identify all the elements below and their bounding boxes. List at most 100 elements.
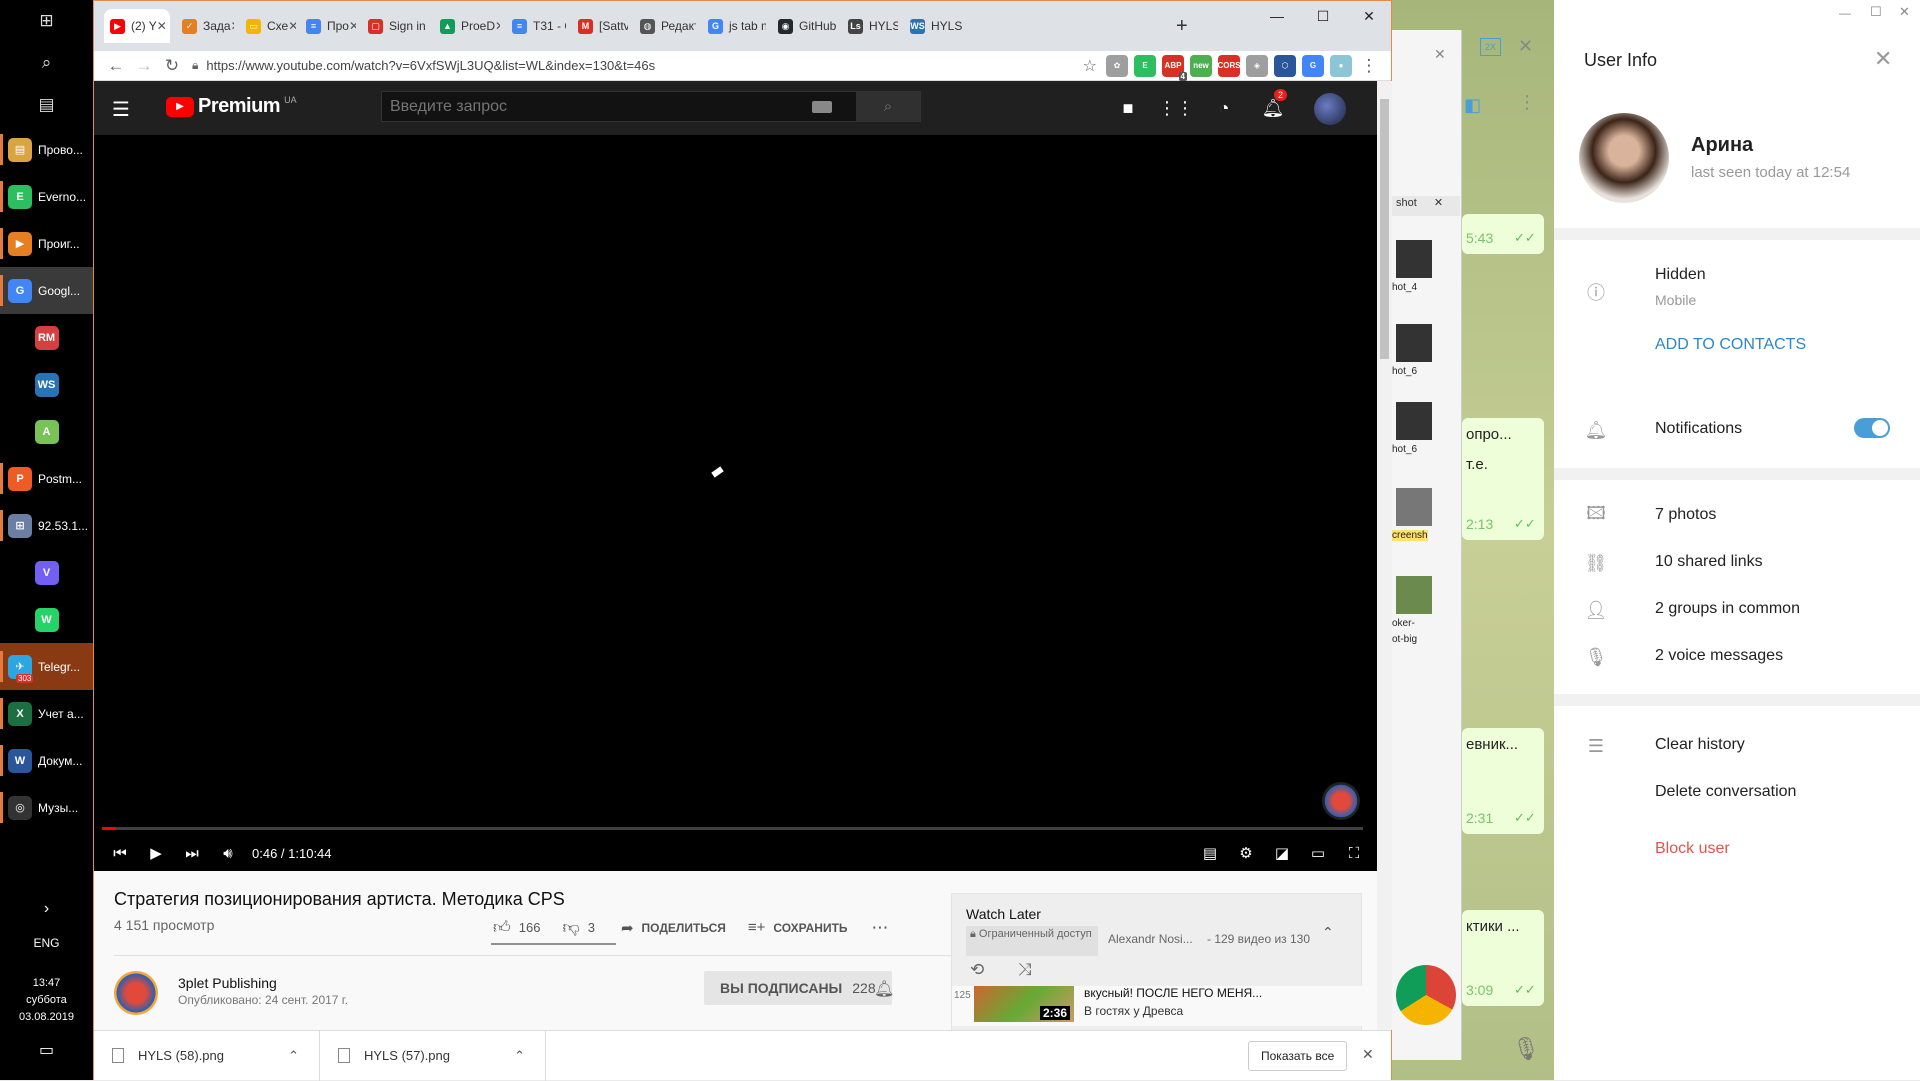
back-button[interactable]: ←	[102, 52, 130, 80]
taskbar-item[interactable]: A	[0, 408, 93, 455]
action-center-icon[interactable]: ▭	[0, 1040, 93, 1060]
taskbar-item[interactable]: ◎Музы...	[0, 784, 93, 831]
browser-tab[interactable]: ▲ProeD✕	[434, 9, 500, 43]
subtitles-icon[interactable]: ▤	[1192, 839, 1228, 867]
minimize-button[interactable]: —	[1254, 1, 1300, 31]
search-button[interactable]: ⌕	[856, 92, 920, 121]
chrome-icon[interactable]	[1396, 965, 1456, 1025]
thumbnail-image[interactable]	[1396, 240, 1432, 278]
previous-icon[interactable]: ⏮	[102, 839, 138, 867]
browser-tab[interactable]: ▶(2) Y✕	[104, 9, 170, 43]
close-tab-icon[interactable]: ✕	[231, 19, 234, 33]
thumbnail-image[interactable]	[1396, 324, 1432, 362]
browser-tab[interactable]: ▢Sign in✕	[362, 9, 426, 43]
hamburger-menu-icon[interactable]: ☰	[112, 97, 130, 122]
shuffle-icon[interactable]: ⤨	[1018, 960, 1032, 980]
maximize-button[interactable]: ☐	[1300, 1, 1346, 31]
notifications-bell-icon[interactable]: 🔔︎ 2	[1260, 95, 1286, 121]
close-window-button[interactable]: ✕	[1899, 4, 1910, 20]
browser-tab[interactable]: ≡Про✕	[300, 9, 356, 43]
playlist-item[interactable]: 125 2:36 вкусный! ПОСЛЕ НЕГО МЕНЯ... В г…	[952, 986, 1363, 1026]
groups-in-common[interactable]: 2 groups in common	[1655, 600, 1800, 618]
taskbar-item[interactable]: V	[0, 549, 93, 596]
browser-tab[interactable]: ◍Редакт✕	[634, 9, 696, 43]
like-icon[interactable]: 👍︎	[493, 917, 511, 938]
channel-avatar[interactable]	[114, 971, 158, 1015]
messages-icon[interactable]: ◔	[1211, 95, 1237, 121]
taskbar-item[interactable]: EEverno...	[0, 173, 93, 220]
add-to-contacts-button[interactable]: ADD TO CONTACTS	[1655, 336, 1806, 354]
close-tab-icon[interactable]: ✕	[349, 19, 356, 33]
close-icon[interactable]: ✕	[1518, 36, 1533, 57]
taskbar-item[interactable]: PPostm...	[0, 455, 93, 502]
extension-icon[interactable]: ⬡	[1274, 55, 1296, 77]
extension-icon[interactable]: CORS	[1218, 55, 1240, 77]
voice-messages[interactable]: 2 voice messages	[1655, 647, 1783, 665]
extension-icon[interactable]: G	[1302, 55, 1324, 77]
menu-icon[interactable]: ⋮	[1355, 52, 1383, 80]
youtube-logo[interactable]: ▶ Premium UA	[166, 95, 297, 118]
browser-tab[interactable]: LsHYLS✕	[842, 9, 898, 43]
video-player[interactable]: ⏮ ▶ ⏭ 🔊︎ 0:46 / 1:10:44 ▤ ⚙ ◪ ▭ ⛶	[94, 135, 1377, 871]
chat-bubble[interactable]: 5:43✓✓	[1462, 214, 1544, 254]
extension-icon[interactable]: ABP4	[1162, 55, 1184, 77]
channel-name[interactable]: 3plet Publishing	[178, 975, 277, 991]
more-icon[interactable]: ⋯	[872, 918, 889, 938]
search-input[interactable]	[382, 92, 812, 121]
browser-tab[interactable]: WSHYLS	[904, 9, 968, 43]
subscribed-button[interactable]: ВЫ ПОДПИСАНЫ 228	[704, 971, 892, 1005]
reload-button[interactable]: ↻	[158, 52, 186, 80]
language-indicator[interactable]: ENG	[0, 936, 93, 950]
chat-bubble[interactable]: опро...т.е.2:13✓✓	[1462, 418, 1544, 540]
task-view-icon[interactable]: ▤	[0, 84, 93, 126]
chat-bubble[interactable]: евник...2:31✓✓	[1462, 728, 1544, 834]
block-user-button[interactable]: Block user	[1655, 840, 1730, 858]
close-tab-icon[interactable]: ✕	[157, 19, 167, 33]
close-tab-icon[interactable]: ✕	[1434, 197, 1443, 209]
miniplayer-icon[interactable]: ◪	[1264, 839, 1300, 867]
thumbnail-image[interactable]	[1396, 576, 1432, 614]
download-item[interactable]: HYLS (58).png⌃	[94, 1031, 320, 1081]
bookmark-star-icon[interactable]: ☆	[1083, 56, 1097, 76]
theater-mode-icon[interactable]: ▭	[1300, 839, 1336, 867]
notifications-toggle[interactable]	[1854, 418, 1890, 438]
photos-link[interactable]: 7 photos	[1655, 506, 1716, 524]
volume-icon[interactable]: 🔊︎	[210, 839, 246, 867]
minimize-button[interactable]: —	[1839, 6, 1851, 20]
extension-icon[interactable]: new	[1190, 55, 1212, 77]
play-icon[interactable]: ▶	[138, 839, 174, 867]
scrollbar-thumb[interactable]	[1380, 99, 1389, 359]
taskbar-item[interactable]: WS	[0, 361, 93, 408]
taskbar-item[interactable]: W	[0, 596, 93, 643]
next-icon[interactable]: ⏭	[174, 839, 210, 867]
forward-button[interactable]: →	[130, 52, 158, 80]
browser-tab[interactable]: ◉GitHub✕	[772, 9, 836, 43]
extension-icon[interactable]: ◈	[1246, 55, 1268, 77]
close-window-button[interactable]: ✕	[1346, 1, 1392, 31]
taskbar-item[interactable]: RM	[0, 314, 93, 361]
page-scrollbar[interactable]	[1377, 81, 1392, 1030]
share-button[interactable]: ПОДЕЛИТЬСЯ	[642, 921, 726, 935]
close-tab-icon[interactable]: ✕	[288, 19, 296, 33]
close-icon[interactable]: ✕	[1874, 46, 1892, 72]
chevron-up-icon[interactable]: ⌃	[1322, 924, 1334, 941]
extension-icon[interactable]: E	[1134, 55, 1156, 77]
create-video-icon[interactable]: ■	[1115, 95, 1141, 121]
progress-bar[interactable]	[102, 827, 1363, 830]
close-downloads-icon[interactable]: ✕	[1362, 1046, 1374, 1063]
taskbar-item[interactable]: ✈Telegr...303	[0, 643, 93, 690]
sidebar-toggle-icon[interactable]: ◧	[1464, 95, 1481, 116]
close-tab-icon[interactable]: ✕	[495, 19, 500, 33]
zoom-badge[interactable]: 2X	[1480, 38, 1501, 56]
taskbar-item[interactable]: GGoogl...	[0, 267, 93, 314]
avatar[interactable]	[1314, 93, 1346, 125]
shared-links[interactable]: 10 shared links	[1655, 553, 1763, 571]
chevron-right-icon[interactable]: ›	[0, 900, 93, 918]
taskbar-item[interactable]: WДокум...	[0, 737, 93, 784]
clock[interactable]: 13:47 суббота 03.08.2019	[0, 975, 93, 1026]
chat-bubble[interactable]: ктики ...3:09✓✓	[1462, 910, 1544, 1006]
avatar[interactable]	[1579, 113, 1669, 203]
download-item[interactable]: HYLS (57).png⌃	[320, 1031, 546, 1081]
address-bar[interactable]: 🔒︎ https://www.youtube.com/watch?v=6VxfS…	[192, 53, 1097, 79]
new-tab-button[interactable]: +	[1176, 15, 1188, 38]
